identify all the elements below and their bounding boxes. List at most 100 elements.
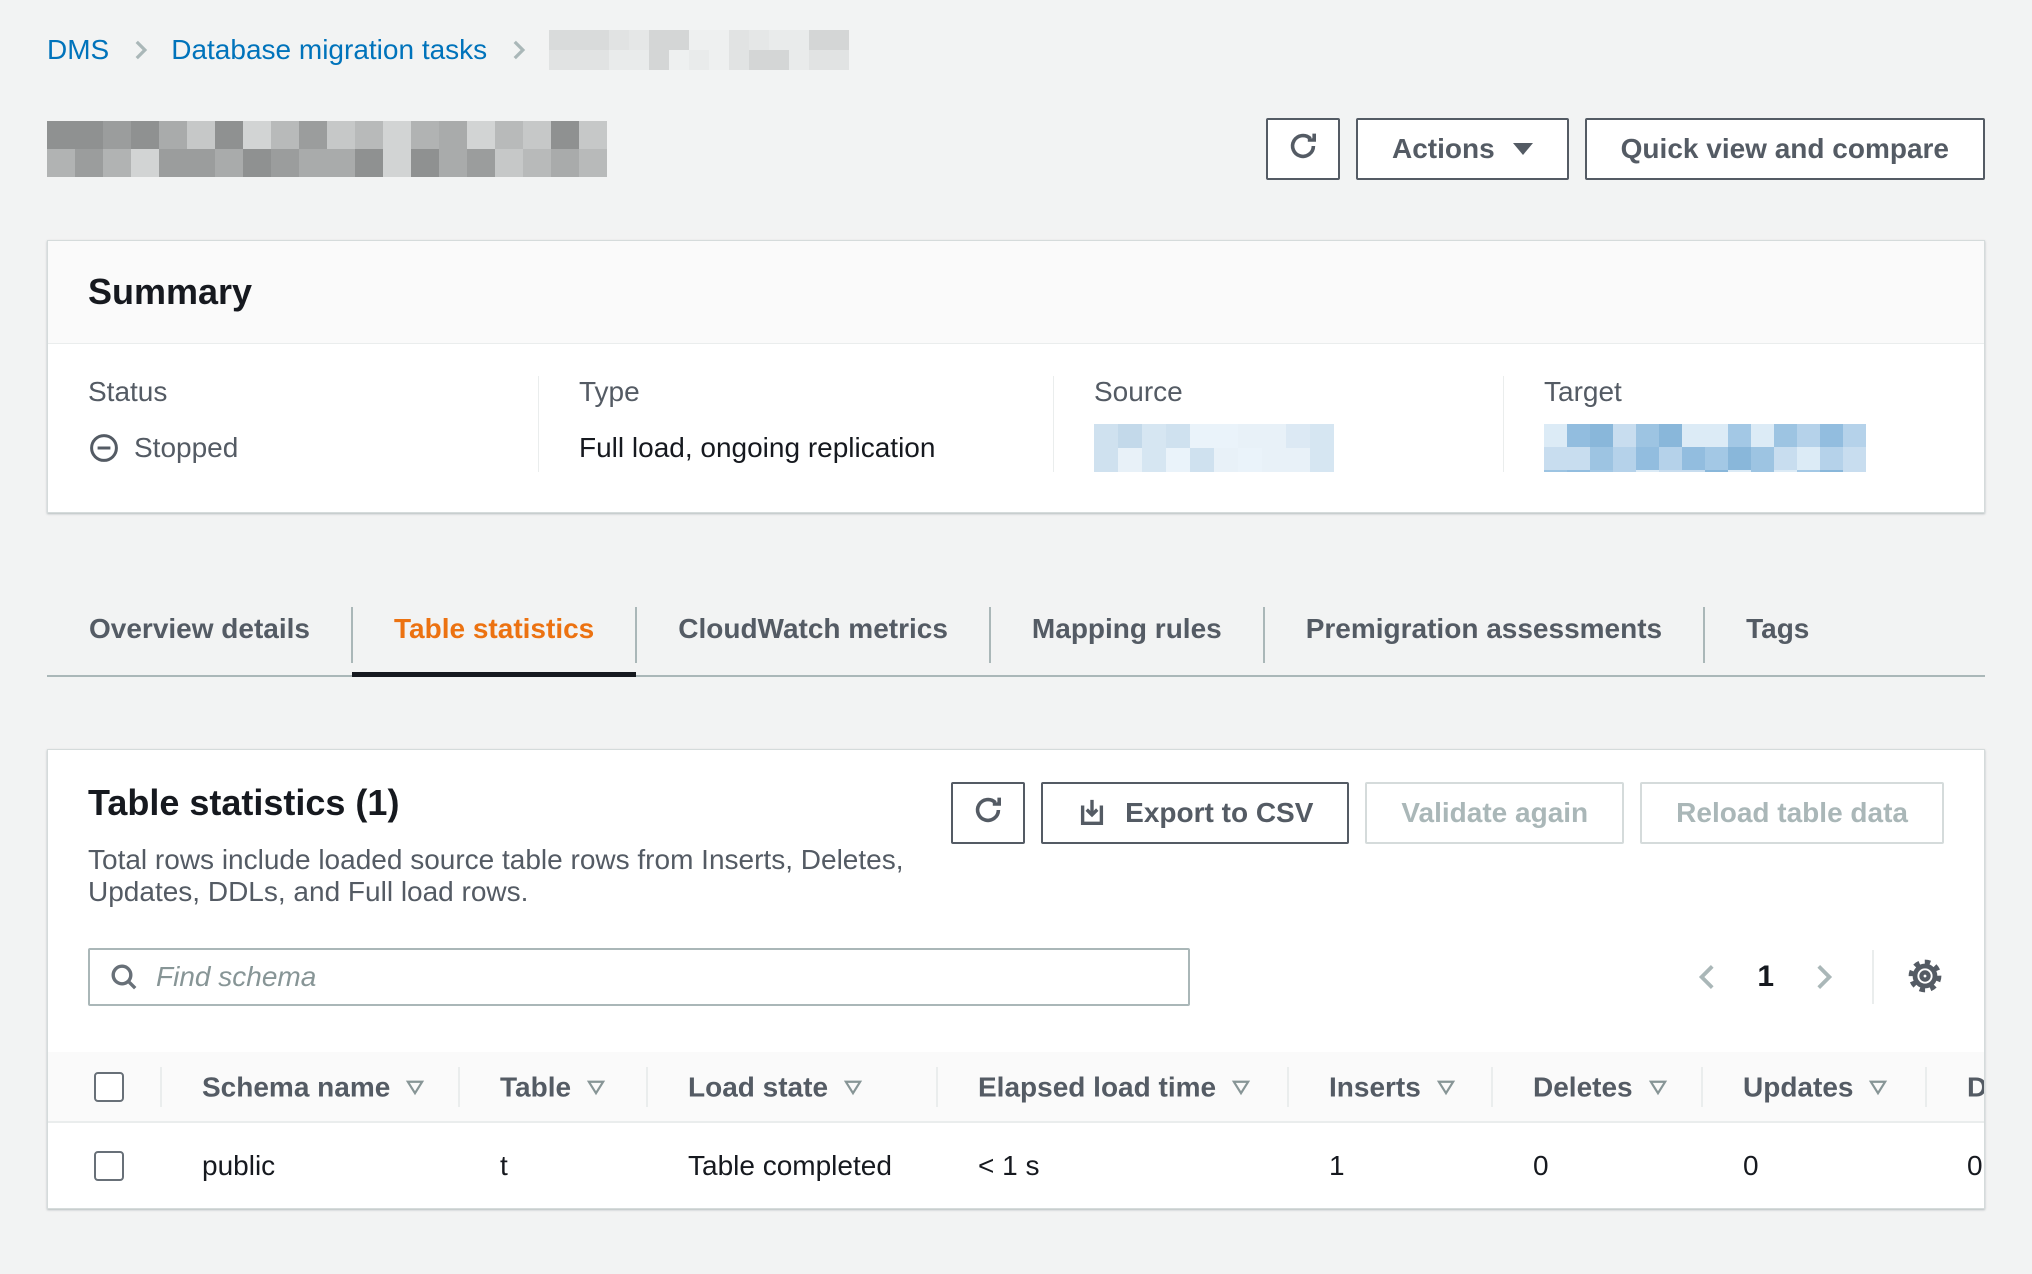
breadcrumb-link-dms[interactable]: DMS bbox=[47, 34, 109, 66]
sort-icon bbox=[1230, 1076, 1252, 1098]
download-icon bbox=[1077, 798, 1107, 828]
find-schema-input[interactable] bbox=[88, 948, 1190, 1006]
quick-view-compare-button[interactable]: Quick view and compare bbox=[1585, 118, 1985, 180]
gear-icon bbox=[1906, 957, 1944, 998]
table-statistics-table-wrap: Schema name Table Load state Elapsed load t… bbox=[48, 1052, 1984, 1208]
status-value: Stopped bbox=[88, 424, 498, 472]
chevron-right-icon bbox=[127, 37, 153, 63]
summary-field-status: Status Stopped bbox=[48, 376, 538, 472]
source-value bbox=[1094, 424, 1463, 472]
sort-icon bbox=[1647, 1076, 1669, 1098]
breadcrumb-link-tasks[interactable]: Database migration tasks bbox=[171, 34, 487, 66]
actions-button-label: Actions bbox=[1392, 133, 1495, 165]
tab-table-statistics[interactable]: Table statistics bbox=[352, 589, 636, 675]
row-checkbox[interactable] bbox=[94, 1151, 124, 1181]
chevron-right-icon bbox=[505, 37, 531, 63]
actions-button[interactable]: Actions bbox=[1356, 118, 1569, 180]
column-label: Updates bbox=[1743, 1071, 1853, 1102]
next-page-button[interactable] bbox=[1806, 960, 1840, 994]
search-icon bbox=[108, 961, 140, 998]
summary-field-target: Target bbox=[1503, 376, 1984, 472]
cell-d: 0 bbox=[1925, 1122, 1984, 1208]
source-label: Source bbox=[1094, 376, 1463, 408]
column-header-schema-name[interactable]: Schema name bbox=[160, 1052, 458, 1122]
target-value bbox=[1544, 424, 1944, 472]
column-label: Inserts bbox=[1329, 1071, 1421, 1102]
cell-deletes: 0 bbox=[1491, 1122, 1701, 1208]
table-row: publictTable completed< 1 s1000 bbox=[48, 1122, 1984, 1208]
tab-cloudwatch-metrics[interactable]: CloudWatch metrics bbox=[636, 589, 990, 675]
type-label: Type bbox=[579, 376, 1013, 408]
tab-mapping-rules[interactable]: Mapping rules bbox=[990, 589, 1264, 675]
sort-icon bbox=[1867, 1076, 1889, 1098]
refresh-button[interactable] bbox=[1266, 118, 1340, 180]
table-settings-button[interactable] bbox=[1906, 957, 1944, 998]
pagination: 1 bbox=[1691, 960, 1840, 994]
cell-updates: 0 bbox=[1701, 1122, 1925, 1208]
column-header-deletes[interactable]: Deletes bbox=[1491, 1052, 1701, 1122]
column-label: Schema name bbox=[202, 1071, 390, 1102]
cell-elapsed-load-time: < 1 s bbox=[936, 1122, 1287, 1208]
column-header-load-state[interactable]: Load state bbox=[646, 1052, 936, 1122]
select-all-checkbox[interactable] bbox=[94, 1072, 124, 1102]
sort-icon bbox=[842, 1076, 864, 1098]
table-statistics-description: Total rows include loaded source table r… bbox=[88, 844, 951, 908]
column-header-elapsed-load-time[interactable]: Elapsed load time bbox=[936, 1052, 1287, 1122]
tab-premigration-assessments[interactable]: Premigration assessments bbox=[1264, 589, 1704, 675]
schema-search bbox=[88, 948, 1190, 1006]
refresh-icon bbox=[1287, 130, 1319, 169]
target-label: Target bbox=[1544, 376, 1944, 408]
status-label: Status bbox=[88, 376, 498, 408]
tab-overview-details[interactable]: Overview details bbox=[47, 589, 352, 675]
type-value: Full load, ongoing replication bbox=[579, 424, 1013, 472]
tabs: Overview detailsTable statisticsCloudWat… bbox=[47, 589, 1985, 677]
column-label: D bbox=[1967, 1071, 1984, 1102]
export-to-csv-button[interactable]: Export to CSV bbox=[1041, 782, 1349, 844]
header-actions: Actions Quick view and compare bbox=[1266, 118, 1985, 180]
summary-body: Status Stopped Type Full load, ongoing r… bbox=[48, 344, 1984, 512]
export-to-csv-label: Export to CSV bbox=[1125, 797, 1313, 829]
caret-down-icon bbox=[1513, 143, 1533, 155]
table-statistics-actions: Export to CSV Validate again Reload tabl… bbox=[951, 782, 1944, 844]
toolbar-divider bbox=[1872, 950, 1874, 1004]
dms-task-page: DMS Database migration tasks bbox=[0, 0, 2032, 1274]
table-refresh-button[interactable] bbox=[951, 782, 1025, 844]
table-statistics-table: Schema name Table Load state Elapsed load t… bbox=[48, 1052, 1984, 1208]
redacted-breadcrumb-task-name bbox=[549, 30, 849, 70]
breadcrumb: DMS Database migration tasks bbox=[47, 0, 1985, 70]
quick-view-label: Quick view and compare bbox=[1621, 133, 1949, 165]
validate-again-label: Validate again bbox=[1401, 797, 1588, 829]
tab-tags[interactable]: Tags bbox=[1704, 589, 1851, 675]
previous-page-button[interactable] bbox=[1691, 960, 1725, 994]
table-statistics-title: Table statistics (1) bbox=[88, 782, 951, 824]
current-page-number[interactable]: 1 bbox=[1757, 960, 1774, 994]
redacted-source-endpoint bbox=[1094, 424, 1342, 472]
reload-table-data-button[interactable]: Reload table data bbox=[1640, 782, 1944, 844]
stopped-circle-minus-icon bbox=[88, 432, 120, 464]
page-header: Actions Quick view and compare bbox=[47, 118, 1985, 180]
validate-again-button[interactable]: Validate again bbox=[1365, 782, 1624, 844]
reload-table-data-label: Reload table data bbox=[1676, 797, 1908, 829]
summary-field-source: Source bbox=[1053, 376, 1503, 472]
column-header-updates[interactable]: Updates bbox=[1701, 1052, 1925, 1122]
column-header-table[interactable]: Table bbox=[458, 1052, 646, 1122]
summary-title: Summary bbox=[88, 271, 1944, 313]
summary-field-type: Type Full load, ongoing replication bbox=[538, 376, 1053, 472]
summary-panel-header: Summary bbox=[48, 241, 1984, 344]
refresh-icon bbox=[972, 794, 1004, 833]
column-header-inserts[interactable]: Inserts bbox=[1287, 1052, 1491, 1122]
cell-table: t bbox=[458, 1122, 646, 1208]
redacted-target-endpoint bbox=[1544, 424, 1866, 472]
column-label: Elapsed load time bbox=[978, 1071, 1216, 1102]
cell-load-state: Table completed bbox=[646, 1122, 936, 1208]
column-label: Load state bbox=[688, 1071, 828, 1102]
column-label: Table bbox=[500, 1071, 571, 1102]
status-text: Stopped bbox=[134, 432, 238, 464]
summary-panel: Summary Status Stopped Type bbox=[47, 240, 1985, 513]
select-all-header-cell bbox=[48, 1052, 160, 1122]
table-toolbar: 1 bbox=[88, 948, 1944, 1006]
sort-icon bbox=[404, 1076, 426, 1098]
cell-schema-name: public bbox=[160, 1122, 458, 1208]
table-statistics-panel: Table statistics (1) Total rows include … bbox=[47, 749, 1985, 1209]
redacted-page-title bbox=[47, 121, 632, 177]
